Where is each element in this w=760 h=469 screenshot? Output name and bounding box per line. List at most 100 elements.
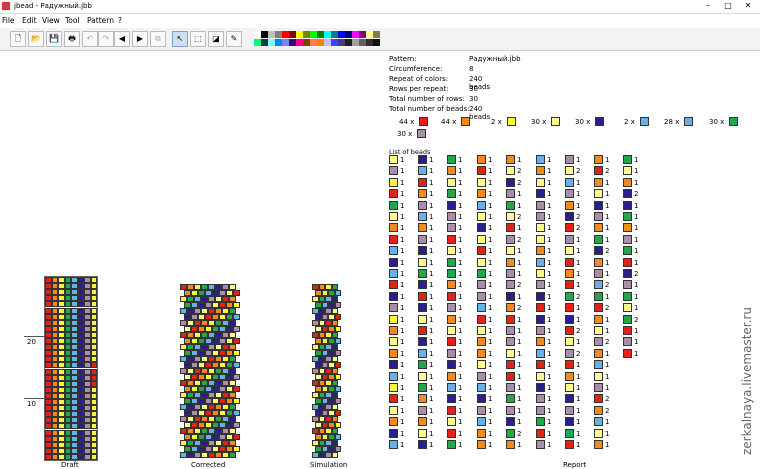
palette-color[interactable] xyxy=(317,31,324,38)
palette-color[interactable] xyxy=(310,39,317,46)
bead-list-swatch xyxy=(506,371,515,381)
palette-color[interactable] xyxy=(359,31,366,38)
palette-color[interactable] xyxy=(296,39,303,46)
palette-color[interactable] xyxy=(331,39,338,46)
palette-color[interactable] xyxy=(324,39,331,46)
palette-color[interactable] xyxy=(331,31,338,38)
palette-color[interactable] xyxy=(289,39,296,46)
bead-list-count: 1 xyxy=(429,361,434,370)
bead-list-count: 1 xyxy=(429,201,434,210)
menu-file[interactable]: File xyxy=(2,16,15,25)
bead-list-swatch xyxy=(506,440,515,449)
palette-color[interactable] xyxy=(338,39,345,46)
palette-color[interactable] xyxy=(359,39,366,46)
palette-color[interactable] xyxy=(366,39,373,46)
scroll-left-button[interactable]: ◀ xyxy=(114,31,130,47)
palette-color[interactable] xyxy=(268,39,275,46)
fill-tool-button[interactable]: ◪ xyxy=(208,31,224,47)
palette-color[interactable] xyxy=(275,31,282,38)
bead-count-text: 30 x xyxy=(575,118,591,126)
palette-color[interactable] xyxy=(366,31,373,38)
bead-list-swatch xyxy=(565,189,574,199)
palette-color[interactable] xyxy=(254,31,261,38)
print-button[interactable]: 🖶 xyxy=(64,31,80,47)
bead-list-swatch xyxy=(447,348,456,358)
menu-help[interactable]: ? xyxy=(118,16,122,25)
bead-list-count: 1 xyxy=(400,281,405,290)
bead-list-swatch xyxy=(623,155,632,164)
bead-list-swatch xyxy=(536,405,545,415)
palette-color[interactable] xyxy=(261,31,268,38)
new-file-button[interactable]: 🗋 xyxy=(10,31,26,47)
bead-list-swatch xyxy=(418,246,427,256)
palette-color[interactable] xyxy=(303,31,310,38)
bead-list-count: 1 xyxy=(400,156,405,164)
close-button[interactable]: ✕ xyxy=(740,1,756,11)
bead-list-count: 1 xyxy=(458,213,463,221)
maximize-button[interactable]: □ xyxy=(720,1,736,11)
bead-count-text: 44 x xyxy=(399,118,415,126)
palette-color[interactable] xyxy=(352,39,359,46)
palette-color[interactable] xyxy=(275,39,282,46)
palette-color[interactable] xyxy=(282,39,289,46)
bead-list-swatch xyxy=(418,405,427,415)
bead-list-swatch xyxy=(389,394,398,404)
palette-color[interactable] xyxy=(289,31,296,38)
bead-list-swatch xyxy=(447,314,456,324)
report-row-label: Circumference: xyxy=(389,65,443,73)
palette-color[interactable] xyxy=(373,39,380,46)
bead-list-swatch xyxy=(623,291,632,301)
palette-color[interactable] xyxy=(282,31,289,38)
palette-color[interactable] xyxy=(352,31,359,38)
bead-list-swatch xyxy=(565,200,574,210)
bead-list-swatch xyxy=(389,200,398,210)
palette-color[interactable] xyxy=(373,31,380,38)
menu-pattern[interactable]: Pattern xyxy=(87,16,114,25)
bead-list-count: 1 xyxy=(429,213,434,221)
bead-list-count: 2 xyxy=(576,224,581,233)
palette-color[interactable] xyxy=(345,31,352,38)
bead-list-swatch xyxy=(389,280,398,290)
redo-button[interactable]: ↷ xyxy=(98,31,114,47)
bead-list-swatch xyxy=(623,348,632,358)
report-row: Circumference: 8 xyxy=(389,65,473,73)
bead-list-count: 1 xyxy=(547,213,552,221)
select-tool-button[interactable]: ⬚ xyxy=(190,31,206,47)
scale-tick-20 xyxy=(24,336,44,337)
bead-list-swatch xyxy=(477,166,486,176)
bead-list-count: 1 xyxy=(429,441,434,449)
undo-button[interactable]: ↶ xyxy=(82,31,98,47)
palette-color[interactable] xyxy=(268,31,275,38)
palette-color[interactable] xyxy=(254,39,261,46)
menu-tool[interactable]: Tool xyxy=(65,16,80,25)
bead-list-count: 1 xyxy=(488,281,493,290)
palette-color[interactable] xyxy=(317,39,324,46)
minimize-button[interactable]: – xyxy=(700,1,716,11)
bead-list-count: 2 xyxy=(576,292,581,301)
bead-list-swatch xyxy=(594,212,603,221)
save-file-button[interactable]: 💾 xyxy=(46,31,62,47)
palette-color[interactable] xyxy=(345,39,352,46)
bead-count-text: 28 x xyxy=(664,118,680,126)
pipette-tool-button[interactable]: ✎ xyxy=(226,31,242,47)
open-file-button[interactable]: 📂 xyxy=(28,31,44,47)
bead-list-count: 2 xyxy=(517,213,522,221)
copy-button[interactable]: ⧉ xyxy=(150,31,166,47)
draft-bead[interactable] xyxy=(90,453,97,460)
menu-edit[interactable]: Edit xyxy=(22,16,37,25)
scroll-right-button[interactable]: ▶ xyxy=(132,31,148,47)
palette-color[interactable] xyxy=(303,39,310,46)
palette-color[interactable] xyxy=(296,31,303,38)
bead-list-swatch xyxy=(594,155,603,164)
bead-list-count: 1 xyxy=(400,304,405,313)
menu-view[interactable]: View xyxy=(42,16,60,25)
palette-color[interactable] xyxy=(324,31,331,38)
bead-list-count: 1 xyxy=(517,156,522,164)
palette-color[interactable] xyxy=(310,31,317,38)
bead-list-count: 1 xyxy=(605,201,610,210)
bead-list-count: 1 xyxy=(517,201,522,210)
palette-color[interactable] xyxy=(338,31,345,38)
draft-grid[interactable] xyxy=(44,276,98,461)
palette-color[interactable] xyxy=(261,39,268,46)
pointer-tool-button[interactable]: ↖ xyxy=(172,31,188,47)
